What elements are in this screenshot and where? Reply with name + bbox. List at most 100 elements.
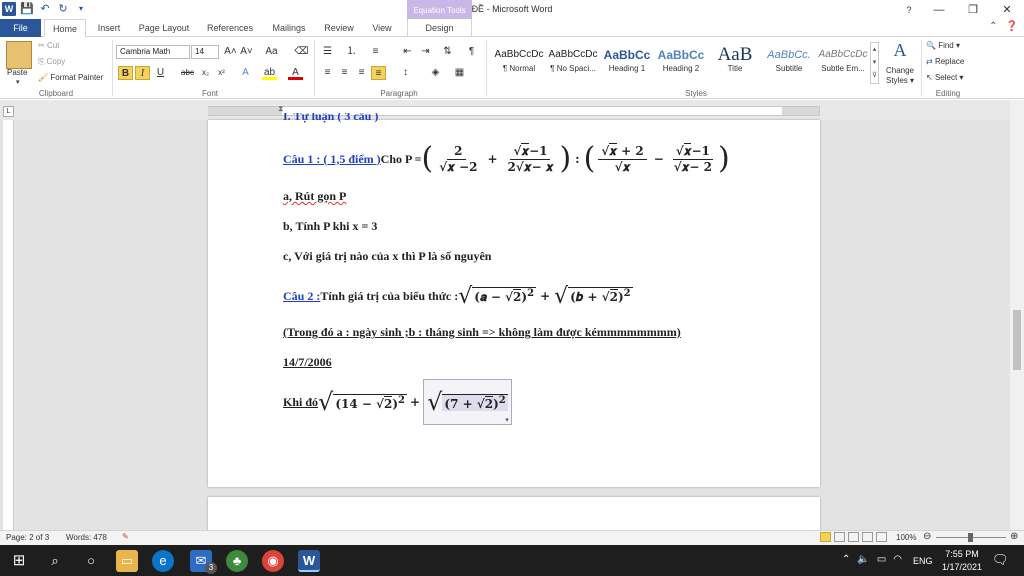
change-case-icon[interactable]: Aa: [264, 45, 279, 59]
equation-expression[interactable]: √ (𝒂 − √2)2 + √ (𝒃 + √2)2: [458, 284, 633, 309]
edge-icon[interactable]: e: [152, 550, 174, 572]
tab-file[interactable]: File: [0, 19, 41, 37]
zoom-out-icon[interactable]: ⊖: [923, 531, 931, 542]
tab-review[interactable]: Review: [320, 19, 358, 37]
wifi-icon[interactable]: ◠: [893, 554, 902, 565]
increase-indent-icon[interactable]: ⇥: [418, 45, 433, 59]
italic-button[interactable]: I: [135, 66, 150, 80]
text-effects-icon[interactable]: A: [238, 66, 253, 80]
align-center-icon[interactable]: ≡: [337, 66, 352, 80]
superscript-icon[interactable]: x²: [214, 66, 229, 80]
style-subtitle[interactable]: AaBbCc. Subtitle: [762, 42, 816, 84]
clock-date[interactable]: 1/17/2021: [940, 562, 984, 572]
minimize-button[interactable]: —: [922, 0, 956, 20]
paste-icon[interactable]: [6, 41, 32, 69]
change-styles-button[interactable]: Change Styles ▾: [882, 66, 918, 86]
style-no-spacing[interactable]: AaBbCcDc ¶ No Spaci...: [546, 42, 600, 84]
eq-value-a: 14: [341, 396, 358, 411]
subscript-icon[interactable]: x₂: [198, 66, 213, 80]
proofing-icon[interactable]: ✎: [122, 532, 129, 541]
paste-button[interactable]: Paste: [7, 68, 27, 77]
zoom-level[interactable]: 100%: [896, 533, 916, 542]
equation-options-icon[interactable]: ▾: [505, 415, 509, 424]
outline-icon[interactable]: [862, 532, 873, 542]
speaker-icon[interactable]: 🔈: [857, 554, 869, 565]
cut-button[interactable]: ✂ Cut: [38, 41, 59, 50]
search-icon[interactable]: ⌕: [44, 550, 66, 572]
tab-view[interactable]: View: [366, 19, 398, 37]
tab-insert[interactable]: Insert: [92, 19, 126, 37]
tab-page-layout[interactable]: Page Layout: [134, 19, 194, 37]
find-button[interactable]: 🔍 Find ▾: [926, 41, 960, 50]
select-button[interactable]: ↖ Select ▾: [926, 73, 963, 82]
decrease-indent-icon[interactable]: ⇤: [400, 45, 415, 59]
windows-start-icon[interactable]: ⊞: [8, 550, 30, 572]
full-screen-icon[interactable]: [834, 532, 845, 542]
justify-icon[interactable]: ≡: [371, 66, 386, 80]
underline-button[interactable]: U: [153, 66, 168, 80]
copy-button[interactable]: ⎘ Copy: [38, 57, 65, 67]
font-size-box[interactable]: 14: [191, 45, 219, 59]
tab-selector[interactable]: L: [3, 106, 14, 117]
grow-font-icon[interactable]: A˄: [223, 45, 238, 59]
shrink-font-icon[interactable]: A˅: [239, 45, 254, 59]
language-indicator[interactable]: ENG: [913, 556, 933, 566]
font-name-box[interactable]: Cambria Math: [116, 45, 190, 59]
align-left-icon[interactable]: ≡: [320, 66, 335, 80]
game-app-icon[interactable]: ♣: [226, 550, 248, 572]
word-taskbar-icon[interactable]: W: [298, 550, 320, 572]
show-marks-icon[interactable]: ¶: [464, 45, 479, 59]
restore-button[interactable]: ❐: [956, 0, 990, 20]
help-icon[interactable]: ❓: [1006, 21, 1018, 32]
style-subtle-emphasis[interactable]: AaBbCcDc Subtle Em...: [816, 42, 870, 84]
style-normal[interactable]: AaBbCcDc ¶ Normal: [492, 42, 546, 84]
print-layout-icon[interactable]: [820, 532, 831, 542]
zoom-in-icon[interactable]: ⊕: [1010, 531, 1018, 542]
equation-p[interactable]: ( 2 √𝒙 −2 + √𝒙−𝟏 2√𝒙− 𝒙 ) : ( √𝒙 + 2 √𝒙 − √…: [422, 142, 730, 175]
file-explorer-icon[interactable]: ▭: [116, 550, 138, 572]
page-indicator[interactable]: Page: 2 of 3: [6, 533, 49, 542]
tab-references[interactable]: References: [202, 19, 258, 37]
help-button[interactable]: ?: [896, 0, 922, 20]
highlight-icon[interactable]: ab: [262, 66, 277, 80]
network-icon[interactable]: ▭: [877, 554, 886, 565]
clock-time[interactable]: 7:55 PM: [942, 549, 982, 559]
equation-result-right-selected[interactable]: √ (7 + √2)2 ▾: [423, 379, 512, 425]
equation-result-left[interactable]: √ (14 − √2)2 +: [318, 388, 423, 416]
align-right-icon[interactable]: ≡: [354, 66, 369, 80]
notifications-icon[interactable]: 🗨: [992, 552, 1009, 568]
format-painter-button[interactable]: 🖌 Format Painter: [38, 73, 103, 82]
multilevel-list-icon[interactable]: ≡: [368, 45, 383, 59]
bullets-icon[interactable]: ☰: [320, 45, 335, 59]
scrollbar-thumb[interactable]: [1013, 310, 1021, 370]
close-button[interactable]: ✕: [990, 0, 1024, 20]
style-title[interactable]: AaB Title: [708, 42, 762, 84]
draft-icon[interactable]: [876, 532, 887, 542]
word-count[interactable]: Words: 478: [66, 533, 107, 542]
shading-icon[interactable]: ◈: [428, 66, 443, 80]
replace-button[interactable]: ⇄ Replace: [926, 57, 964, 66]
collapse-ribbon-icon[interactable]: ⌃: [989, 21, 997, 32]
tab-mailings[interactable]: Mailings: [266, 19, 312, 37]
chrome-icon[interactable]: ◉: [262, 550, 284, 572]
web-layout-icon[interactable]: [848, 532, 859, 542]
task-view-icon[interactable]: ○: [80, 550, 102, 572]
change-styles-icon[interactable]: A: [886, 40, 914, 61]
line-spacing-icon[interactable]: ↕: [398, 66, 413, 80]
strikethrough-icon[interactable]: abc: [180, 66, 195, 80]
numbering-icon[interactable]: ⒈: [344, 45, 359, 59]
styles-scroll-arrows-icon[interactable]: ▴ ▾ ⊽: [870, 42, 879, 84]
paste-dropdown-icon[interactable]: ▾: [16, 78, 20, 86]
font-color-icon[interactable]: A: [288, 66, 303, 80]
chevron-up-icon[interactable]: ⌃: [842, 554, 850, 565]
style-heading-2[interactable]: AaBbCc Heading 2: [654, 42, 708, 84]
tab-home[interactable]: Home: [44, 19, 86, 38]
borders-icon[interactable]: ▦: [452, 66, 467, 80]
zoom-slider-thumb[interactable]: [968, 533, 973, 542]
bold-button[interactable]: B: [118, 66, 133, 80]
sort-icon[interactable]: ⇅: [440, 45, 455, 59]
tab-design[interactable]: Design: [407, 19, 472, 37]
style-name: ¶ No Spaci...: [550, 64, 596, 73]
clear-formatting-icon[interactable]: ⌫: [294, 45, 309, 59]
style-heading-1[interactable]: AaBbCc Heading 1: [600, 42, 654, 84]
